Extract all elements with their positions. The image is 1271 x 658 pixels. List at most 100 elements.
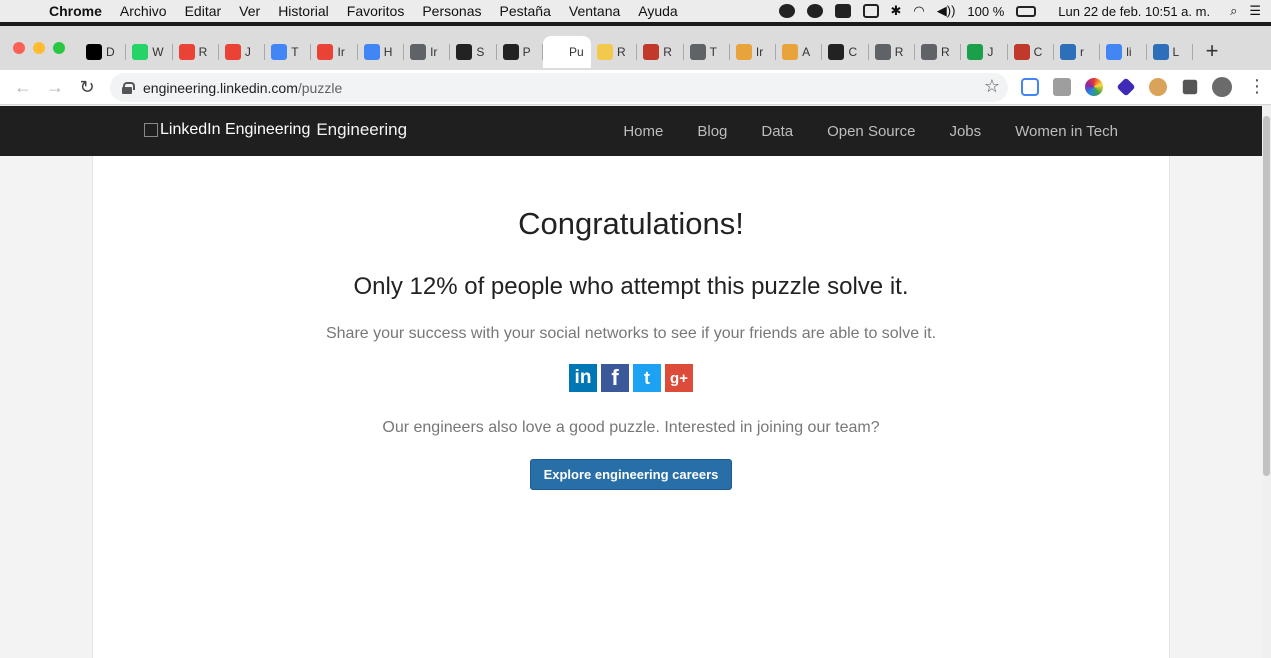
github-icon bbox=[828, 44, 845, 60]
tab[interactable]: C bbox=[1008, 36, 1054, 68]
w-icon bbox=[967, 44, 984, 60]
nav-blog[interactable]: Blog bbox=[697, 123, 727, 140]
tab[interactable]: P bbox=[497, 36, 543, 68]
tab-title: Ir bbox=[755, 45, 764, 59]
nav-open-source[interactable]: Open Source bbox=[827, 123, 915, 140]
tab[interactable]: T bbox=[265, 36, 312, 68]
site-logo[interactable]: LinkedIn Engineering Engineering bbox=[144, 120, 407, 140]
explore-careers-button[interactable]: Explore engineering careers bbox=[530, 459, 732, 490]
tab-title: C bbox=[1033, 45, 1043, 59]
page-scrollbar[interactable] bbox=[1262, 106, 1271, 658]
menu-personas[interactable]: Personas bbox=[413, 3, 490, 19]
tab[interactable]: S bbox=[450, 36, 497, 68]
tab[interactable]: T bbox=[684, 36, 730, 68]
twitter-share-icon[interactable]: t bbox=[633, 364, 661, 392]
tab-title: T bbox=[291, 45, 299, 59]
volume-icon[interactable]: ◀)) bbox=[937, 3, 956, 19]
close-window-button[interactable] bbox=[13, 42, 25, 54]
menu-ventana[interactable]: Ventana bbox=[560, 3, 629, 19]
menu-app-name[interactable]: Chrome bbox=[40, 3, 111, 19]
tab[interactable]: R bbox=[637, 36, 684, 68]
tab-title: R bbox=[941, 45, 950, 59]
nav-jobs[interactable]: Jobs bbox=[949, 123, 981, 140]
menu-historial[interactable]: Historial bbox=[269, 3, 338, 19]
tab[interactable]: J bbox=[961, 36, 1008, 68]
url-domain: engineering.linkedin.com bbox=[143, 79, 298, 96]
tab[interactable]: R bbox=[915, 36, 962, 68]
lock-icon[interactable] bbox=[122, 81, 135, 94]
menu-ver[interactable]: Ver bbox=[230, 3, 269, 19]
zoom-window-button[interactable] bbox=[53, 42, 65, 54]
spotlight-icon[interactable]: ⌕ bbox=[1230, 3, 1237, 19]
menu-ayuda[interactable]: Ayuda bbox=[629, 3, 686, 19]
reload-button[interactable]: ↻ bbox=[76, 76, 98, 98]
forward-button[interactable]: → bbox=[44, 76, 66, 98]
extensions-puzzle-icon[interactable] bbox=[1182, 79, 1198, 95]
tab[interactable]: R bbox=[869, 36, 916, 68]
nav-home[interactable]: Home bbox=[623, 123, 663, 140]
menu-editar[interactable]: Editar bbox=[176, 3, 231, 19]
tab[interactable]: R bbox=[173, 36, 219, 68]
status-area: ✱ ◠ ◀)) 100 % Lun 22 de feb. 10:51 a. m.… bbox=[778, 0, 1261, 22]
control-center-icon[interactable]: ☰ bbox=[1249, 3, 1261, 19]
chrome-menu-icon[interactable]: ⋮ bbox=[1248, 76, 1266, 97]
tab[interactable]: Ir bbox=[404, 36, 451, 68]
tab-title: J bbox=[987, 45, 994, 59]
extension-color-wheel-icon[interactable] bbox=[1085, 78, 1103, 96]
tab[interactable]: L bbox=[1147, 36, 1193, 68]
vpn-icon[interactable] bbox=[862, 4, 879, 18]
scrollbar-thumb[interactable] bbox=[1263, 116, 1270, 476]
profile-avatar[interactable] bbox=[1212, 77, 1232, 97]
tab[interactable]: W bbox=[126, 36, 173, 68]
tab[interactable]: D bbox=[80, 36, 127, 68]
macos-menubar: Chrome Archivo Editar Ver Historial Favo… bbox=[0, 0, 1271, 22]
tab[interactable]: Ir bbox=[730, 36, 777, 68]
menu-archivo[interactable]: Archivo bbox=[111, 3, 176, 19]
tab[interactable]: C bbox=[822, 36, 869, 68]
tab[interactable]: A bbox=[776, 36, 823, 68]
tab-title: P bbox=[522, 45, 531, 59]
bluetooth-icon[interactable]: ✱ bbox=[891, 3, 902, 19]
tab-active[interactable]: Pu× bbox=[542, 36, 591, 68]
url-text[interactable]: engineering.linkedin.com/puzzle bbox=[143, 80, 342, 96]
facebook-share-icon[interactable]: f bbox=[601, 364, 629, 392]
extension-cookie-icon[interactable] bbox=[1149, 78, 1167, 96]
back-button[interactable]: ← bbox=[12, 76, 34, 98]
menu-pestana[interactable]: Pestaña bbox=[491, 3, 560, 19]
puzzle-stat: Only 12% of people who attempt this puzz… bbox=[353, 273, 909, 300]
minimize-window-button[interactable] bbox=[33, 42, 45, 54]
wifi-icon[interactable]: ◠ bbox=[913, 3, 924, 19]
slides-icon bbox=[643, 44, 660, 60]
tab-title: R bbox=[894, 45, 904, 59]
url-path: /puzzle bbox=[297, 79, 343, 96]
nav-women-in-tech[interactable]: Women in Tech bbox=[1015, 123, 1118, 140]
linkedin-share-icon[interactable]: in bbox=[569, 364, 597, 392]
bartender-icon[interactable] bbox=[834, 4, 851, 18]
share-prompt: Share your success with your social netw… bbox=[325, 325, 937, 342]
telegram-icon[interactable] bbox=[778, 4, 795, 18]
tab-title: T bbox=[709, 45, 717, 59]
battery-icon[interactable] bbox=[1016, 5, 1037, 17]
tab[interactable]: Ir bbox=[311, 36, 358, 68]
clock[interactable]: Lun 22 de feb. 10:51 a. m. bbox=[1058, 4, 1210, 19]
tab[interactable]: r bbox=[1054, 36, 1101, 68]
tab-title: R bbox=[616, 45, 626, 59]
creative-cloud-icon[interactable] bbox=[806, 4, 823, 18]
page-title: Congratulations! bbox=[518, 206, 744, 241]
google-plus-share-icon[interactable]: g+ bbox=[665, 364, 693, 392]
globe-icon bbox=[410, 44, 427, 60]
nav-data[interactable]: Data bbox=[761, 123, 793, 140]
blank-icon bbox=[549, 44, 565, 60]
address-bar[interactable]: engineering.linkedin.com/puzzle ☆ bbox=[110, 73, 1008, 102]
tab[interactable]: R bbox=[591, 36, 638, 68]
menu-favoritos[interactable]: Favoritos bbox=[338, 3, 414, 19]
extension-camera-icon[interactable] bbox=[1053, 78, 1071, 96]
bookmark-star-icon[interactable]: ☆ bbox=[984, 76, 1000, 97]
tab[interactable]: H bbox=[358, 36, 405, 68]
extension-badge-icon[interactable] bbox=[1116, 77, 1136, 97]
new-tab-button[interactable]: + bbox=[1200, 38, 1224, 64]
tab[interactable]: J bbox=[219, 36, 266, 68]
extension-translate-icon[interactable] bbox=[1021, 78, 1039, 96]
social-share-buttons: in f t g+ bbox=[569, 364, 693, 392]
tab[interactable]: li bbox=[1100, 36, 1147, 68]
